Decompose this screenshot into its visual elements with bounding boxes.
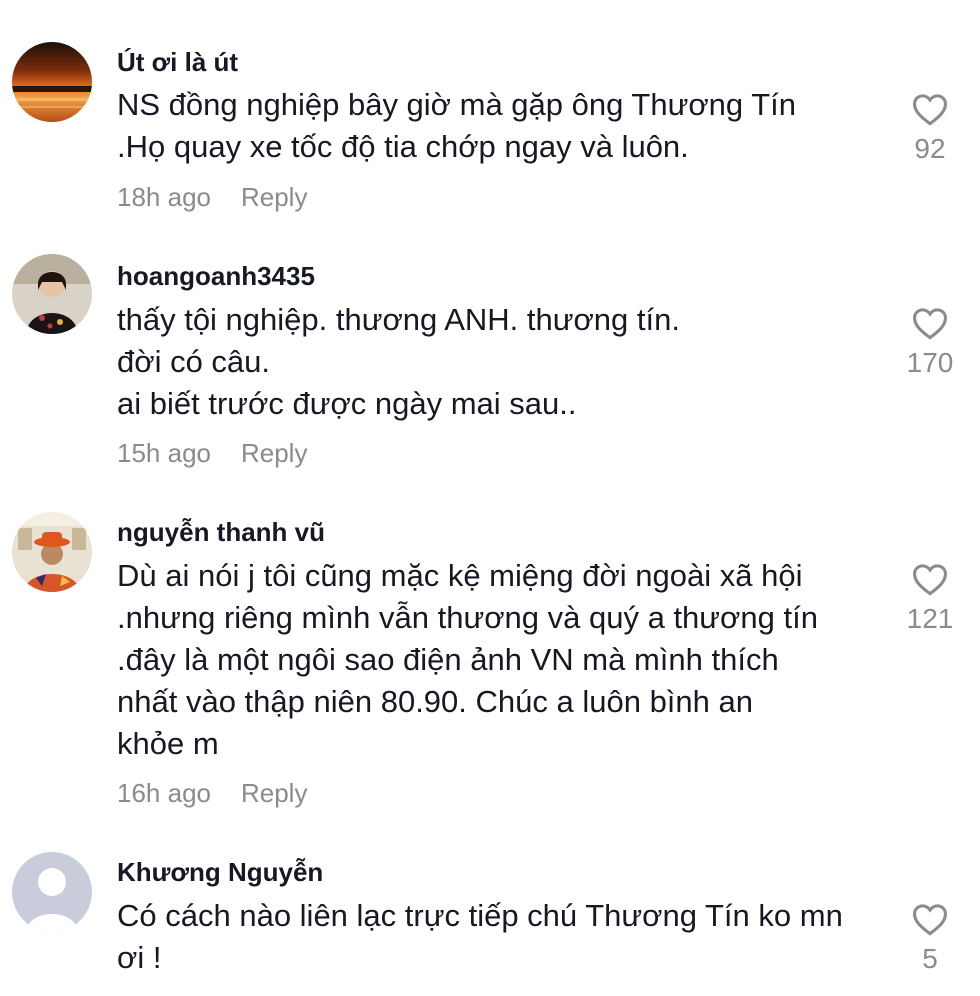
reply-button[interactable]: Reply bbox=[241, 182, 307, 212]
comment-text-line: khỏe m bbox=[117, 726, 219, 761]
like-control: 92 bbox=[890, 92, 970, 165]
like-count: 92 bbox=[914, 133, 946, 164]
like-control: 121 bbox=[890, 562, 970, 635]
comment-text-line: .nhưng riêng mình vẫn thương và quý a th… bbox=[117, 600, 818, 635]
comment-text-line: nhất vào thập niên 80.90. Chúc a luôn bì… bbox=[117, 684, 753, 719]
comment-text: NS đồng nghiệp bây giờ mà gặp ông Thương… bbox=[117, 84, 877, 168]
comment-text-line: thấy tội nghiệp. thương ANH. thương tín. bbox=[117, 302, 680, 337]
comment-timestamp: 15h ago bbox=[117, 438, 211, 468]
comment-timestamp: 16h ago bbox=[117, 778, 211, 808]
comment-text: Dù ai nói j tôi cũng mặc kệ miệng đời ng… bbox=[117, 555, 877, 765]
heart-icon[interactable] bbox=[911, 92, 949, 131]
avatar[interactable] bbox=[12, 254, 92, 334]
avatar[interactable] bbox=[12, 42, 92, 122]
woman-avatar-image bbox=[12, 254, 92, 334]
like-count: 5 bbox=[922, 943, 938, 974]
like-count: 170 bbox=[906, 347, 954, 378]
heart-icon[interactable] bbox=[911, 902, 949, 941]
comment-text-line: Dù ai nói j tôi cũng mặc kệ miệng đời ng… bbox=[117, 558, 803, 593]
default-avatar-icon bbox=[12, 852, 92, 932]
reply-button[interactable]: Reply bbox=[241, 438, 307, 468]
avatar[interactable] bbox=[12, 852, 92, 932]
comment-text-line: .Họ quay xe tốc độ tia chớp ngay và luôn… bbox=[117, 129, 689, 164]
comment-username[interactable]: nguyễn thanh vũ bbox=[117, 517, 325, 548]
comment-meta: 18h ago Reply bbox=[117, 182, 307, 213]
comment-meta: 15h ago Reply bbox=[117, 438, 307, 469]
comment-username[interactable]: Út ơi là út bbox=[117, 47, 238, 78]
comment-timestamp: 18h ago bbox=[117, 182, 211, 212]
heart-icon[interactable] bbox=[911, 306, 949, 345]
comment-meta: 16h ago Reply bbox=[117, 778, 307, 809]
like-count: 121 bbox=[906, 603, 954, 634]
comment-text: thấy tội nghiệp. thương ANH. thương tín.… bbox=[117, 299, 877, 425]
reply-button[interactable]: Reply bbox=[241, 778, 307, 808]
comment-username[interactable]: Khương Nguyễn bbox=[117, 857, 323, 888]
like-control: 5 bbox=[890, 902, 970, 975]
man-hat-avatar-image bbox=[12, 512, 92, 592]
comment-text: Có cách nào liên lạc trực tiếp chú Thươn… bbox=[117, 895, 877, 979]
like-control: 170 bbox=[890, 306, 970, 379]
comment-text-line: NS đồng nghiệp bây giờ mà gặp ông Thương… bbox=[117, 87, 796, 122]
comment-text-line: ai biết trước được ngày mai sau.. bbox=[117, 386, 577, 421]
comment-text-line: đời có câu. bbox=[117, 344, 271, 379]
comment-text-line: .đây là một ngôi sao điện ảnh VN mà mình… bbox=[117, 642, 779, 677]
comment-text-line: ơi ! bbox=[117, 940, 162, 975]
avatar[interactable] bbox=[12, 512, 92, 592]
comment-username[interactable]: hoangoanh3435 bbox=[117, 261, 315, 292]
comment-text-line: Có cách nào liên lạc trực tiếp chú Thươn… bbox=[117, 898, 843, 933]
sunset-avatar-image bbox=[12, 42, 92, 122]
heart-icon[interactable] bbox=[911, 562, 949, 601]
